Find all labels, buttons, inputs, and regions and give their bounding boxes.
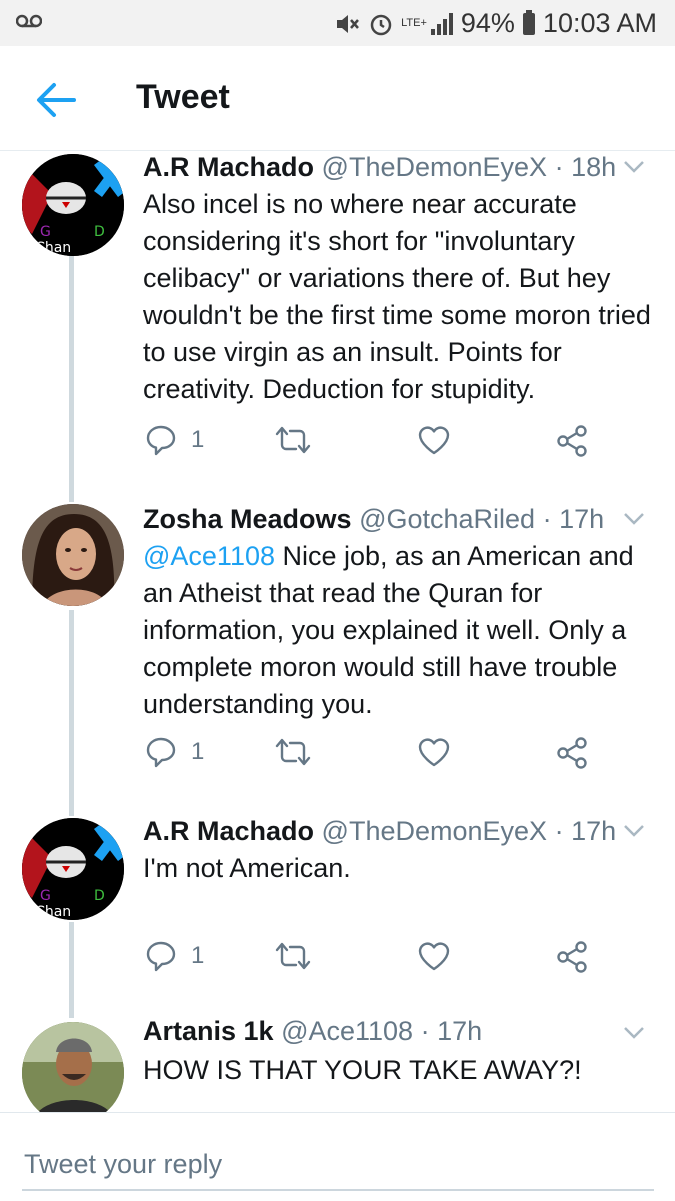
signal-icon	[430, 12, 453, 35]
svg-text:G: G	[40, 224, 51, 240]
svg-text:e Chan: e Chan	[22, 240, 71, 256]
timestamp: · 17h	[420, 1016, 483, 1046]
retweet-icon	[275, 942, 311, 970]
page-title: Tweet	[136, 78, 230, 116]
tweet-text: I'm not American.	[143, 850, 658, 887]
avatar-image	[22, 1022, 124, 1112]
chevron-down-icon[interactable]	[623, 1026, 645, 1040]
timestamp: · 18h	[554, 152, 617, 182]
reply-button[interactable]: 1	[145, 424, 204, 456]
reply-count: 1	[191, 738, 205, 765]
share-button[interactable]	[555, 736, 589, 770]
handle[interactable]: @TheDemonEyeX	[322, 152, 548, 182]
battery-percent: 94%	[460, 8, 515, 38]
chevron-down-icon[interactable]	[623, 160, 645, 174]
like-button[interactable]	[417, 424, 451, 456]
tweet-body: HOW IS THAT YOUR TAKE AWAY?!	[143, 1055, 582, 1085]
retweet-button[interactable]	[273, 940, 313, 972]
tweet-text: @Ace1108 Nice job, as an American and an…	[143, 538, 658, 723]
reply-count: 1	[191, 426, 205, 453]
tweet-body: Also incel is no where near accurate con…	[143, 189, 651, 404]
retweet-icon	[275, 738, 311, 766]
share-icon	[557, 941, 587, 973]
reply-button[interactable]: 1	[145, 940, 204, 972]
tweet-body: I'm not American.	[143, 853, 351, 883]
tweet[interactable]: G D e Chan A.R Machado @TheDemonEyeX · 1…	[0, 814, 675, 1014]
tweet-actions: 1	[143, 940, 613, 980]
tweet-header: Artanis 1k @Ace1108 · 17h	[143, 1016, 482, 1047]
share-icon	[557, 737, 587, 769]
heart-icon	[418, 426, 450, 455]
mention-link[interactable]: @Ace1108	[143, 541, 275, 571]
tweet-header: Zosha Meadows @GotchaRiled · 17h	[143, 504, 604, 535]
chevron-down-icon[interactable]	[623, 512, 645, 526]
share-button[interactable]	[555, 940, 589, 974]
reply-icon	[146, 425, 176, 456]
like-button[interactable]	[417, 736, 451, 768]
tweet-actions: 1	[143, 736, 613, 776]
svg-text:D: D	[94, 224, 105, 240]
tweet-actions: 1	[143, 424, 613, 464]
tweet[interactable]: Zosha Meadows @GotchaRiled · 17h @Ace110…	[0, 502, 675, 814]
timestamp: · 17h	[542, 504, 605, 534]
reply-icon	[146, 737, 176, 768]
reply-count: 1	[191, 942, 205, 969]
avatar[interactable]	[22, 504, 124, 606]
reply-icon	[146, 941, 176, 972]
reply-input[interactable]	[22, 1139, 654, 1191]
tweet-text: HOW IS THAT YOUR TAKE AWAY?!	[143, 1052, 658, 1089]
avatar-image	[22, 504, 124, 606]
chevron-down-icon[interactable]	[623, 824, 645, 838]
battery-icon	[522, 9, 535, 35]
avatar[interactable]	[22, 1022, 124, 1112]
voicemail-icon	[16, 14, 42, 28]
reply-button[interactable]: 1	[145, 736, 204, 768]
arrow-left-icon[interactable]	[34, 80, 78, 120]
tweet[interactable]: G D e Chan A.R Machado @TheDemonEyeX · 1…	[0, 150, 675, 502]
tweet-header: A.R Machado @TheDemonEyeX · 17h	[143, 816, 616, 847]
avatar[interactable]: G D e Chan	[22, 154, 124, 256]
tweet-header: A.R Machado @TheDemonEyeX · 18h	[143, 152, 616, 183]
display-name[interactable]: Zosha Meadows	[143, 504, 352, 534]
like-button[interactable]	[417, 940, 451, 972]
avatar[interactable]: G D e Chan	[22, 818, 124, 920]
retweet-button[interactable]	[273, 424, 313, 456]
tweet[interactable]: Artanis 1k @Ace1108 · 17h HOW IS THAT YO…	[0, 1016, 675, 1112]
status-bar: LTE+ 94% 10:03 AM	[0, 0, 675, 46]
handle[interactable]: @Ace1108	[281, 1016, 413, 1046]
avatar-image: G D e Chan	[22, 818, 124, 920]
share-button[interactable]	[555, 424, 589, 458]
clock: 10:03 AM	[542, 8, 657, 38]
display-name[interactable]: Artanis 1k	[143, 1016, 274, 1046]
reply-bar	[0, 1112, 675, 1201]
heart-icon	[418, 738, 450, 767]
app-bar: Tweet	[0, 46, 675, 151]
svg-text:G: G	[40, 888, 51, 904]
display-name[interactable]: A.R Machado	[143, 816, 314, 846]
handle[interactable]: @TheDemonEyeX	[322, 816, 548, 846]
alarm-icon	[370, 14, 392, 35]
retweet-icon	[275, 426, 311, 454]
share-icon	[557, 425, 587, 457]
display-name[interactable]: A.R Machado	[143, 152, 314, 182]
svg-text:D: D	[94, 888, 105, 904]
network-type: LTE+	[401, 17, 427, 29]
mute-icon	[337, 14, 360, 33]
timestamp: · 17h	[554, 816, 617, 846]
tweet-text: Also incel is no where near accurate con…	[143, 186, 658, 408]
svg-text:e Chan: e Chan	[22, 904, 71, 920]
retweet-button[interactable]	[273, 736, 313, 768]
handle[interactable]: @GotchaRiled	[359, 504, 535, 534]
avatar-image: G D e Chan	[22, 154, 124, 256]
heart-icon	[418, 942, 450, 971]
